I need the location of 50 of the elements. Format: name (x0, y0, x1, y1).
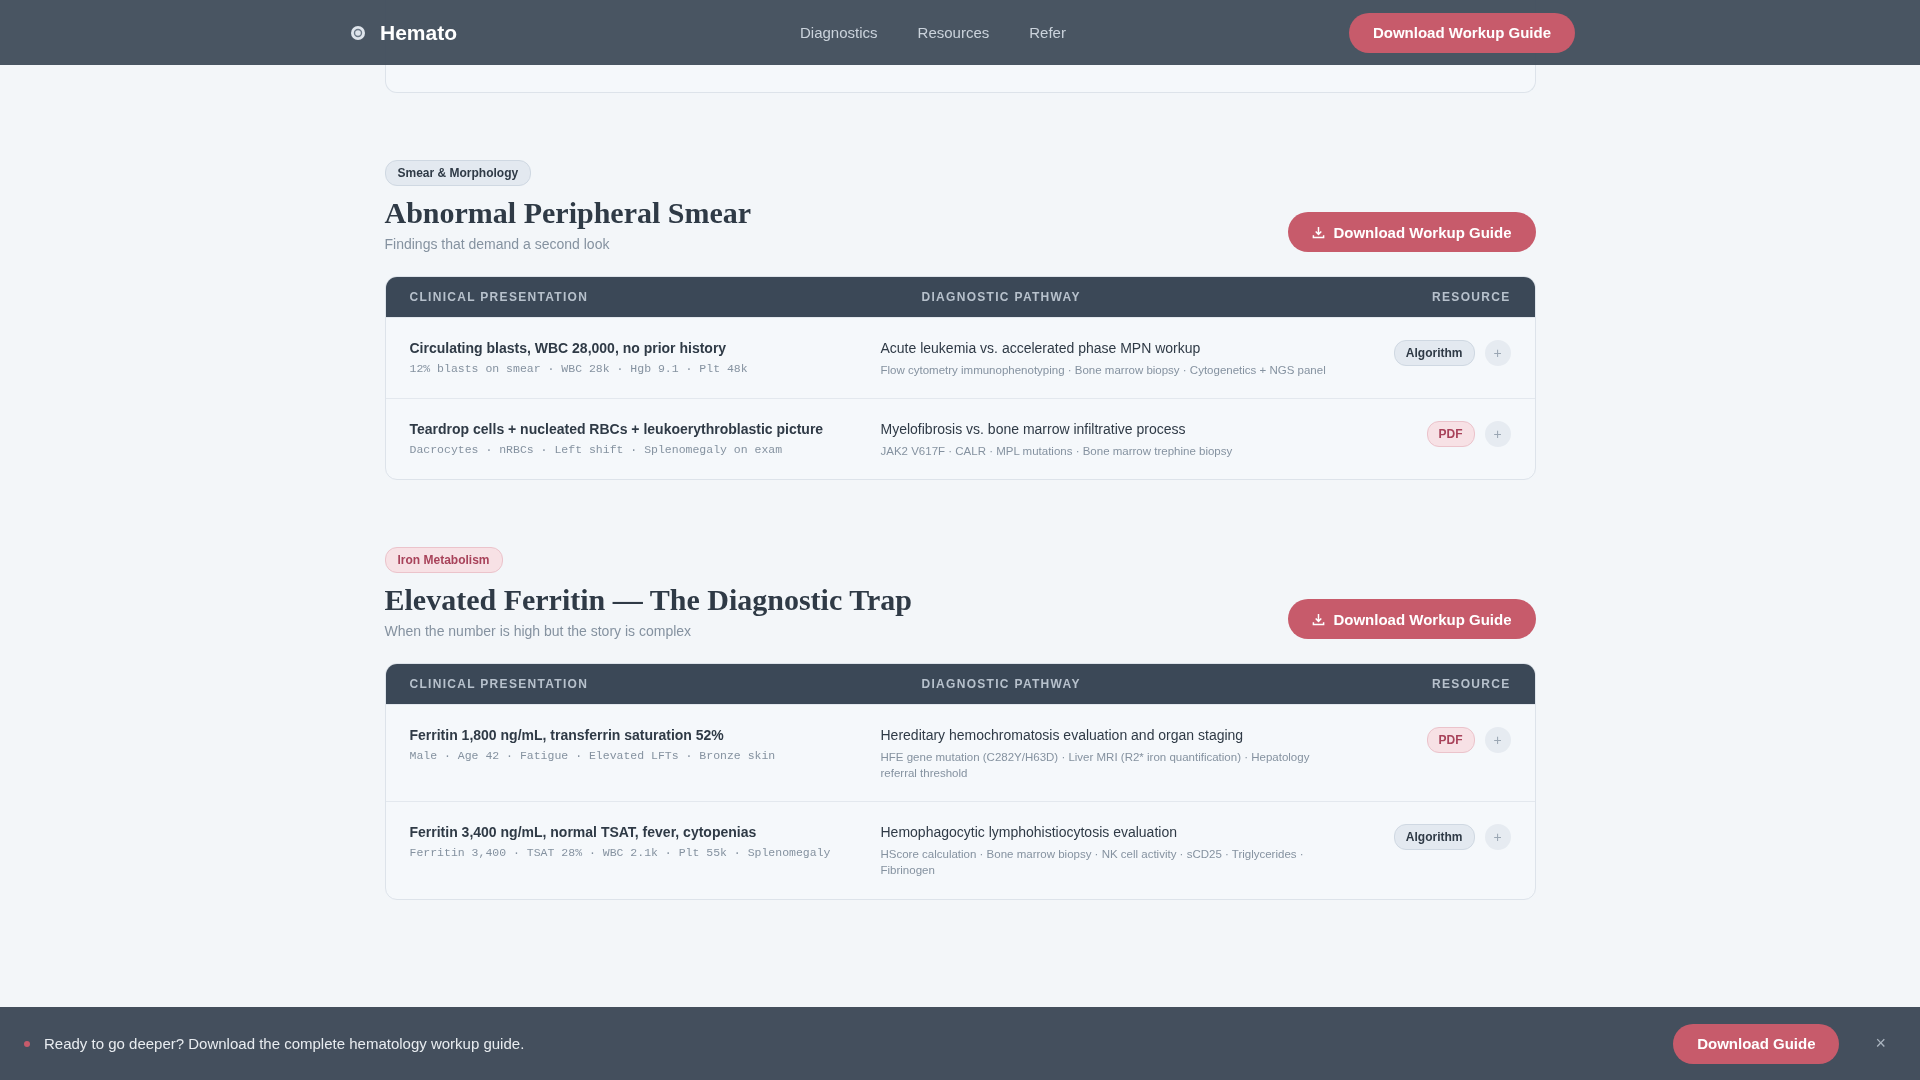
nav-link[interactable]: Resources (917, 24, 990, 41)
section-title: Abnormal Peripheral Smear (384, 196, 752, 230)
pathway-tests: Flow cytometry immunophenotyping · Bone marrow biopsy · Cytogenetics + NGS panel (880, 363, 1327, 378)
download-guide-button[interactable]: Download Workup Guide (1348, 12, 1575, 53)
pathway-title: Hereditary hemochromatosis evaluation and organ staging (880, 727, 1245, 744)
presentation-details: Ferritin 3,400 · TSAT 28% · WBC 2.1k · Plt 55k · Splenomegaly (409, 846, 832, 860)
logo-icon (350, 24, 366, 41)
pathway-title: Acute leukemia vs. accelerated phase MPN workup (880, 340, 1202, 356)
column-header: CLINICAL PRESENTATION (409, 290, 590, 304)
pathway-tests: HScore calculation · Bone marrow biopsy · NK cell activity · sCD25 · Triglycerides · Fibrinogen (880, 847, 1305, 879)
download-guide-button[interactable]: Download Guide (1673, 1023, 1840, 1064)
presentation-details: 12% blasts on smear · WBC 28k · Hgb 9.1 · Plt 48k (409, 362, 749, 375)
pathway-title: Hemophagocytic lymphohistiocytosis evaluation (880, 824, 1178, 841)
download-icon (1312, 612, 1326, 626)
add-button[interactable]: + (1484, 727, 1511, 754)
add-button[interactable]: + (1484, 340, 1511, 366)
download-guide-button[interactable]: Download Workup Guide (1288, 599, 1536, 640)
column-header: RESOURCE (1432, 677, 1511, 692)
brand-name: Hemato (380, 20, 458, 45)
pathway-tests: JAK2 V617F · CALR · MPL mutations · Bone marrow trephine biopsy (880, 444, 1234, 460)
section-subtitle: When the number is high but the story is complex (384, 623, 693, 640)
column-header: DIAGNOSTIC PATHWAY (921, 290, 1082, 304)
pathway-title: Myelofibrosis vs. bone marrow infiltrative process (880, 421, 1187, 438)
category-tag: Iron Metabolism (384, 547, 503, 574)
presentation-title: Ferritin 3,400 ng/mL, normal TSAT, fever, cytopenias (409, 824, 758, 841)
resource-badge[interactable]: Algorithm (1393, 340, 1475, 366)
column-header: RESOURCE (1432, 290, 1511, 304)
pathway-tests: HFE gene mutation (C282Y/H63D) · Liver MRI (R2* iron quantification) · Hepatology referral threshold (880, 750, 1311, 782)
presentation-title: Teardrop cells + nucleated RBCs + leukoerythroblastic picture (409, 421, 825, 438)
presentation-title: Ferritin 1,800 ng/mL, transferrin saturation 52% (409, 727, 725, 744)
category-tag: Smear & Morphology (384, 160, 532, 186)
presentation-title: Circulating blasts, WBC 28,000, no prior history (409, 340, 728, 356)
section-subtitle: Findings that demand a second look (384, 236, 611, 252)
presentation-details: Dacrocytes · nRBCs · Left shift · Splenomegaly on exam (409, 443, 784, 457)
nav-link[interactable]: Diagnostics (800, 24, 878, 41)
resource-badge[interactable]: Algorithm (1393, 824, 1475, 851)
section-title: Elevated Ferritin — The Diagnostic Trap (384, 583, 912, 618)
download-guide-button[interactable]: Download Workup Guide (1288, 212, 1536, 252)
add-button[interactable]: + (1484, 824, 1511, 851)
download-icon (1312, 225, 1326, 239)
banner-text: Ready to go deeper? Download the complete hematology workup guide. (44, 1035, 526, 1052)
resource-badge[interactable]: PDF (1426, 727, 1475, 754)
close-button[interactable]: × (1871, 1033, 1890, 1054)
status-dot (24, 1040, 30, 1047)
add-button[interactable]: + (1484, 421, 1511, 448)
column-header: DIAGNOSTIC PATHWAY (921, 677, 1082, 692)
presentation-details: Male · Age 42 · Fatigue · Elevated LFTs · Bronze skin (409, 749, 777, 763)
column-header: CLINICAL PRESENTATION (409, 677, 590, 692)
nav-link[interactable]: Refer (1029, 24, 1066, 41)
resource-badge[interactable]: PDF (1426, 421, 1475, 448)
